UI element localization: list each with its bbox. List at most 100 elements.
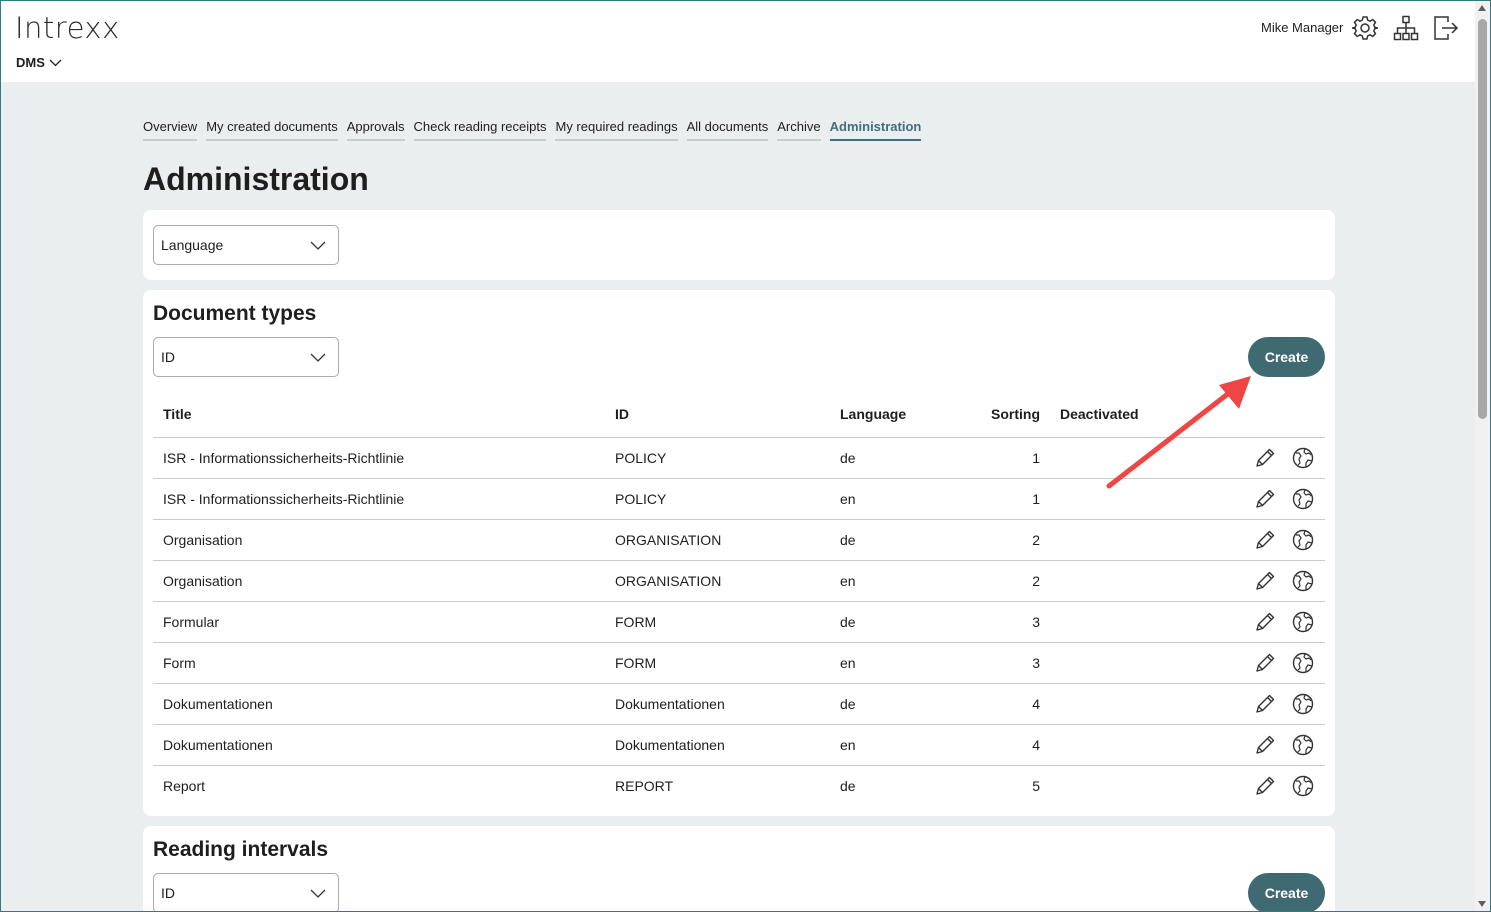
app-switcher[interactable]: DMS (16, 55, 62, 70)
pencil-icon (1256, 776, 1275, 795)
cell-sorting: 4 (970, 683, 1050, 725)
cell-title: Dokumentationen (153, 683, 605, 725)
cell-deactivated (1050, 560, 1170, 602)
cell-actions (1170, 724, 1325, 766)
translate-button[interactable] (1291, 446, 1315, 470)
pencil-icon (1256, 571, 1275, 590)
app-switcher-label: DMS (16, 55, 45, 70)
translate-button[interactable] (1291, 774, 1315, 798)
table-row[interactable]: Dokumentationen Dokumentationen de 4 (153, 683, 1325, 725)
chevron-down-icon (310, 353, 326, 362)
reading-intervals-sort-select[interactable]: ID (153, 873, 339, 911)
sort-select-value: ID (161, 885, 175, 901)
column-header-sorting[interactable]: Sorting (970, 390, 1050, 438)
cell-language: de (830, 683, 970, 725)
column-header-language[interactable]: Language (830, 390, 970, 438)
cell-id: Dokumentationen (605, 724, 830, 766)
globe-icon (1292, 488, 1314, 510)
cell-language: de (840, 778, 856, 794)
tab-overview[interactable]: Overview (143, 119, 198, 141)
page-title: Administration (143, 161, 369, 197)
cell-title: ISR - Informationssicherheits-Richtlinie (153, 478, 605, 520)
cell-title: Report (163, 778, 206, 794)
language-filter-card: Language (143, 210, 1335, 280)
annotation-arrow (1106, 376, 1251, 489)
globe-icon (1292, 775, 1314, 797)
edit-button[interactable] (1253, 528, 1277, 552)
tab-approvals[interactable]: Approvals (346, 119, 405, 141)
language-select-value: Language (161, 237, 224, 253)
user-name[interactable]: Mike Manager (1261, 20, 1343, 35)
cell-id: FORM (605, 642, 830, 684)
pencil-icon (1256, 653, 1275, 672)
cell-deactivated (1050, 519, 1170, 561)
scroll-thumb[interactable] (1478, 19, 1487, 419)
cell-actions (1170, 683, 1325, 725)
edit-button[interactable] (1253, 774, 1277, 798)
table-row[interactable]: Report REPORT de 5 (153, 766, 1325, 807)
sort-select-value: ID (161, 349, 175, 365)
app-window: Intrexx DMS Mike Manager Overview My cre… (0, 0, 1491, 912)
cell-actions (1170, 642, 1325, 684)
cell-deactivated (1050, 766, 1170, 807)
tab-administration[interactable]: Administration (829, 119, 922, 141)
cell-id: Dokumentationen (605, 683, 830, 725)
cell-sorting: 3 (970, 642, 1050, 684)
reading-intervals-card: Reading intervals ID Create (143, 826, 1335, 911)
org-chart-icon[interactable] (1393, 15, 1419, 41)
cell-language: en (830, 478, 970, 520)
tab-all-documents[interactable]: All documents (686, 119, 769, 141)
scroll-up-icon[interactable] (1478, 5, 1486, 11)
edit-button[interactable] (1253, 651, 1277, 675)
tab-check-reading-receipts[interactable]: Check reading receipts (413, 119, 547, 141)
globe-icon (1292, 652, 1314, 674)
cell-id: FORM (605, 601, 830, 643)
translate-button[interactable] (1291, 569, 1315, 593)
translate-button[interactable] (1291, 487, 1315, 511)
logout-icon[interactable] (1433, 15, 1459, 41)
cell-deactivated (1050, 642, 1170, 684)
column-header-id[interactable]: ID (605, 390, 830, 438)
table-row[interactable]: Formular FORM de 3 (153, 601, 1325, 643)
column-header-title[interactable]: Title (153, 390, 605, 438)
cell-actions (1170, 560, 1325, 602)
reading-intervals-title: Reading intervals (153, 838, 329, 861)
cell-deactivated (1050, 601, 1170, 643)
document-types-title: Document types (153, 302, 317, 325)
table-row[interactable]: Dokumentationen Dokumentationen en 4 (153, 724, 1325, 766)
table-row[interactable]: Organisation ORGANISATION de 2 (153, 519, 1325, 561)
cell-deactivated (1050, 683, 1170, 725)
edit-button[interactable] (1253, 569, 1277, 593)
translate-button[interactable] (1291, 692, 1315, 716)
chevron-down-icon (310, 889, 326, 898)
intrexx-logo[interactable]: Intrexx (15, 11, 120, 45)
table-row[interactable]: Organisation ORGANISATION en 2 (153, 560, 1325, 602)
cell-language: en (830, 642, 970, 684)
scroll-down-icon[interactable] (1478, 901, 1486, 907)
vertical-scrollbar[interactable] (1475, 1, 1490, 911)
cell-sorting: 2 (970, 519, 1050, 561)
cell-title: Organisation (153, 519, 605, 561)
tab-my-required-readings[interactable]: My required readings (555, 119, 678, 141)
cell-id: POLICY (605, 437, 830, 479)
document-types-sort-select[interactable]: ID (153, 337, 339, 377)
cell-language: de (830, 601, 970, 643)
translate-button[interactable] (1291, 528, 1315, 552)
translate-button[interactable] (1291, 733, 1315, 757)
tab-my-created-documents[interactable]: My created documents (206, 119, 338, 141)
edit-button[interactable] (1253, 733, 1277, 757)
globe-icon (1292, 570, 1314, 592)
edit-button[interactable] (1253, 692, 1277, 716)
language-select[interactable]: Language (153, 225, 339, 265)
globe-icon (1292, 529, 1314, 551)
gear-icon[interactable] (1352, 15, 1378, 41)
edit-button[interactable] (1253, 610, 1277, 634)
translate-button[interactable] (1291, 610, 1315, 634)
tab-archive[interactable]: Archive (777, 119, 821, 141)
table-row[interactable]: Form FORM en 3 (153, 642, 1325, 684)
create-reading-interval-button[interactable]: Create (1248, 873, 1325, 911)
translate-button[interactable] (1291, 651, 1315, 675)
cell-title: Formular (153, 601, 605, 643)
cell-sorting: 4 (970, 724, 1050, 766)
globe-icon (1292, 447, 1314, 469)
